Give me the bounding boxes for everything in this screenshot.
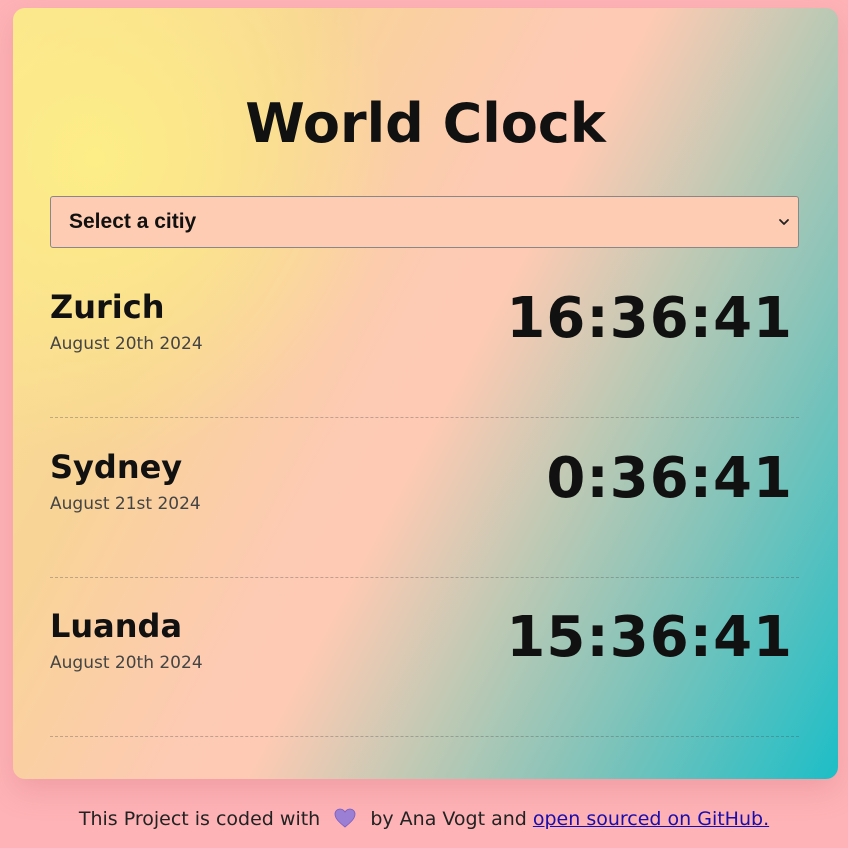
footer-text-before: This Project is coded with [78,808,321,830]
city-select[interactable]: Select a citiy [50,196,799,248]
city-select-value: Select a citiy [69,210,197,233]
city-date: August 20th 2024 [50,653,203,673]
city-name: Zurich [50,288,165,326]
world-clock-card: World Clock Select a citiy Zurich August… [13,8,838,779]
city-row-zurich: Zurich August 20th 2024 16:36:41 [50,258,799,418]
city-name: Sydney [50,448,183,486]
city-date: August 21st 2024 [50,494,201,514]
city-date: August 20th 2024 [50,334,203,354]
city-time: 0:36:41 [546,446,793,511]
page-title: World Clock [245,92,606,155]
city-row-luanda: Luanda August 20th 2024 15:36:41 [50,577,799,737]
github-link[interactable]: open sourced on GitHub. [533,808,769,830]
footer: This Project is coded with by Ana Vogt a… [0,808,848,833]
city-row-sydney: Sydney August 21st 2024 0:36:41 [50,418,799,578]
purple-heart-icon [334,808,356,833]
footer-text-middle: by Ana Vogt and [370,808,527,830]
city-time: 15:36:41 [506,605,793,670]
chevron-down-icon [778,216,790,228]
city-name: Luanda [50,607,183,645]
city-time: 16:36:41 [506,286,793,351]
